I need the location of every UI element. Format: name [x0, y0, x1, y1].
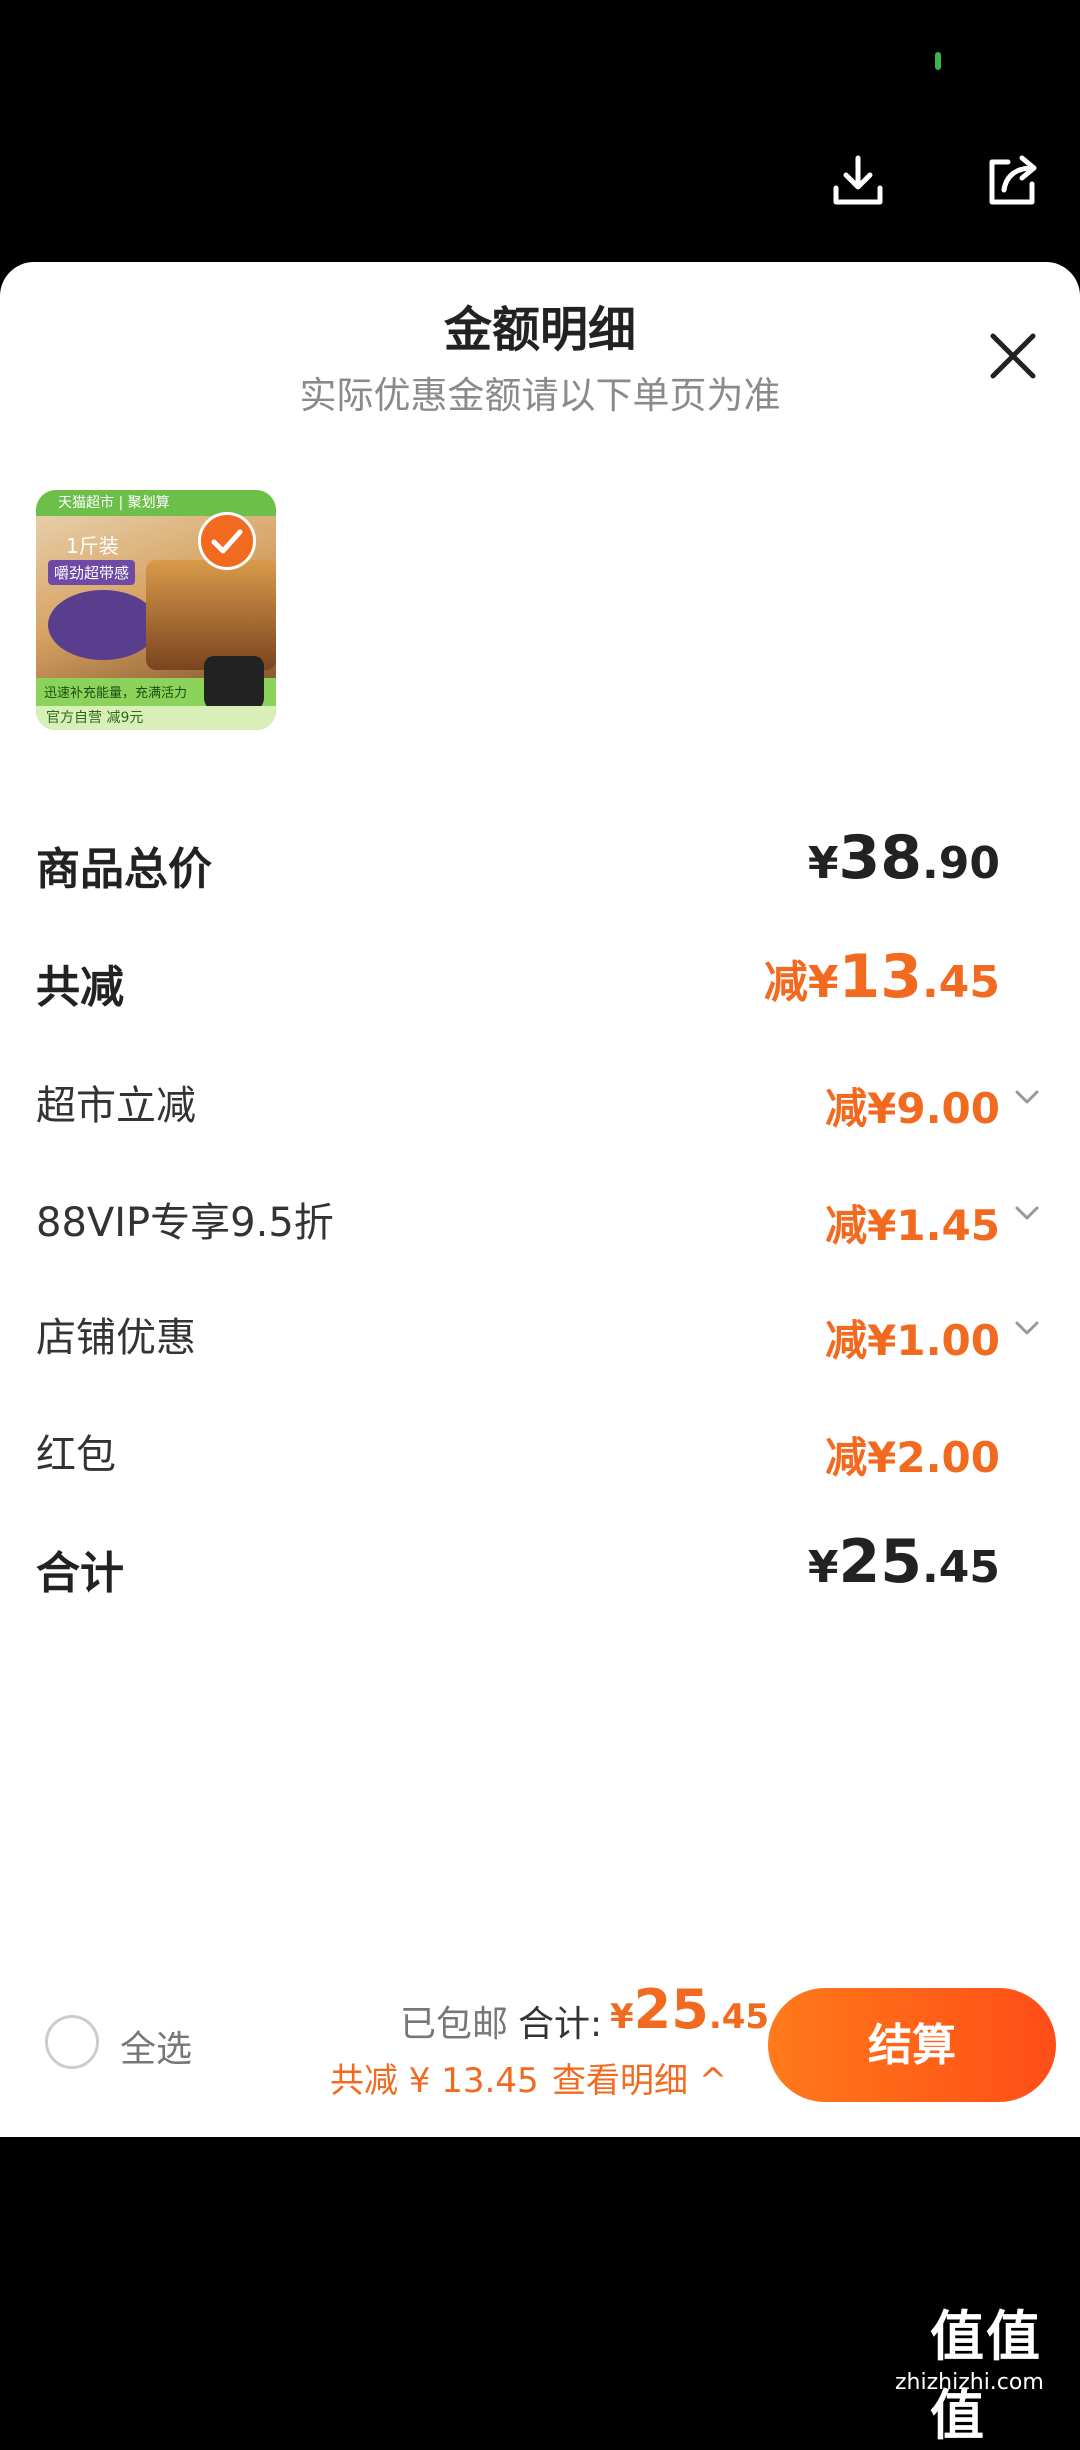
total-dec: .45 — [922, 1542, 1000, 1593]
view-details-link[interactable]: 查看明细 ^ — [552, 2053, 727, 2102]
discount-item-label: 88VIP专享9.5折 — [36, 1200, 334, 1246]
chevron-down-icon[interactable] — [1010, 1080, 1044, 1114]
discount-item-value[interactable]: 减¥9.00 — [825, 1075, 1000, 1136]
footer-total-int: 25 — [633, 1978, 709, 2041]
chevron-down-icon[interactable] — [1010, 1196, 1044, 1230]
subtotal-currency: ¥ — [807, 838, 839, 889]
discount-item-value: 减¥2.00 — [825, 1433, 1000, 1482]
download-icon[interactable] — [828, 150, 888, 210]
subtotal-dec: .90 — [922, 838, 1000, 889]
footer-total-value: ¥25.45 — [610, 1978, 769, 2041]
footer-total-label: 合计: — [518, 2004, 603, 2045]
thumb-slogan: 嚼劲超带感 — [48, 560, 136, 585]
thumb-plate — [48, 590, 158, 660]
discount-item-label: 店铺优惠 — [36, 1315, 196, 1361]
sheet-title: 金额明细 — [443, 302, 636, 358]
selected-check-icon[interactable] — [198, 512, 256, 570]
discount-item-value[interactable]: 减¥1.00 — [825, 1307, 1000, 1368]
discount-prefix: 减 — [763, 957, 808, 1008]
product-thumbnail[interactable]: 天猫超市 | 聚划算 1斤装 嚼劲超带感 迅速补充能量，充满活力 官方自营 减9… — [36, 490, 276, 730]
total-value: ¥25.45 — [808, 1527, 1000, 1597]
total-int: 25 — [838, 1527, 923, 1597]
discount-int: 13 — [838, 942, 923, 1012]
total-currency: ¥ — [807, 1542, 839, 1593]
subtotal-label: 商品总价 — [36, 844, 212, 895]
thumb-weight-text: 1斤装 — [66, 534, 119, 558]
select-all-radio[interactable] — [45, 2015, 99, 2069]
watermark-url: zhizhizhi.com — [895, 2370, 1044, 2395]
discount-total-label: 共减 — [36, 962, 124, 1013]
share-icon[interactable] — [982, 150, 1042, 210]
discount-item-label: 超市立减 — [36, 1083, 196, 1129]
subtotal-value: ¥38.90 — [808, 823, 1000, 893]
total-label: 合计 — [36, 1548, 124, 1599]
shipping-note: 已包邮 — [400, 2004, 509, 2045]
subtotal-int: 38 — [838, 823, 923, 893]
sheet-subtitle: 实际优惠金额请以下单页为准 — [299, 374, 781, 417]
footer-total-dec: .45 — [708, 1997, 770, 2037]
footer-saved-amount: 共减 ¥ 13.45 — [330, 2061, 539, 2101]
checkout-button[interactable]: 结算 — [768, 1988, 1056, 2102]
footer-total-currency: ¥ — [610, 1997, 634, 2037]
thumb-chocolate-bar — [146, 560, 276, 670]
chevron-down-icon[interactable] — [1010, 1311, 1044, 1345]
select-all-label[interactable]: 全选 — [120, 2020, 192, 2072]
discount-item-value[interactable]: 减¥1.45 — [825, 1192, 1000, 1253]
thumb-top-banner: 天猫超市 | 聚划算 — [36, 490, 276, 516]
signal-indicator — [935, 52, 941, 70]
discount-total-value: 减¥13.45 — [764, 942, 1000, 1012]
discount-item-label: 红包 — [36, 1432, 116, 1478]
tmall-cat-icon — [204, 656, 264, 712]
discount-dec: .45 — [922, 957, 1000, 1008]
thumb-badge: 官方自营 减9元 — [36, 706, 276, 730]
discount-currency: ¥ — [807, 957, 839, 1008]
close-icon[interactable] — [985, 328, 1041, 384]
